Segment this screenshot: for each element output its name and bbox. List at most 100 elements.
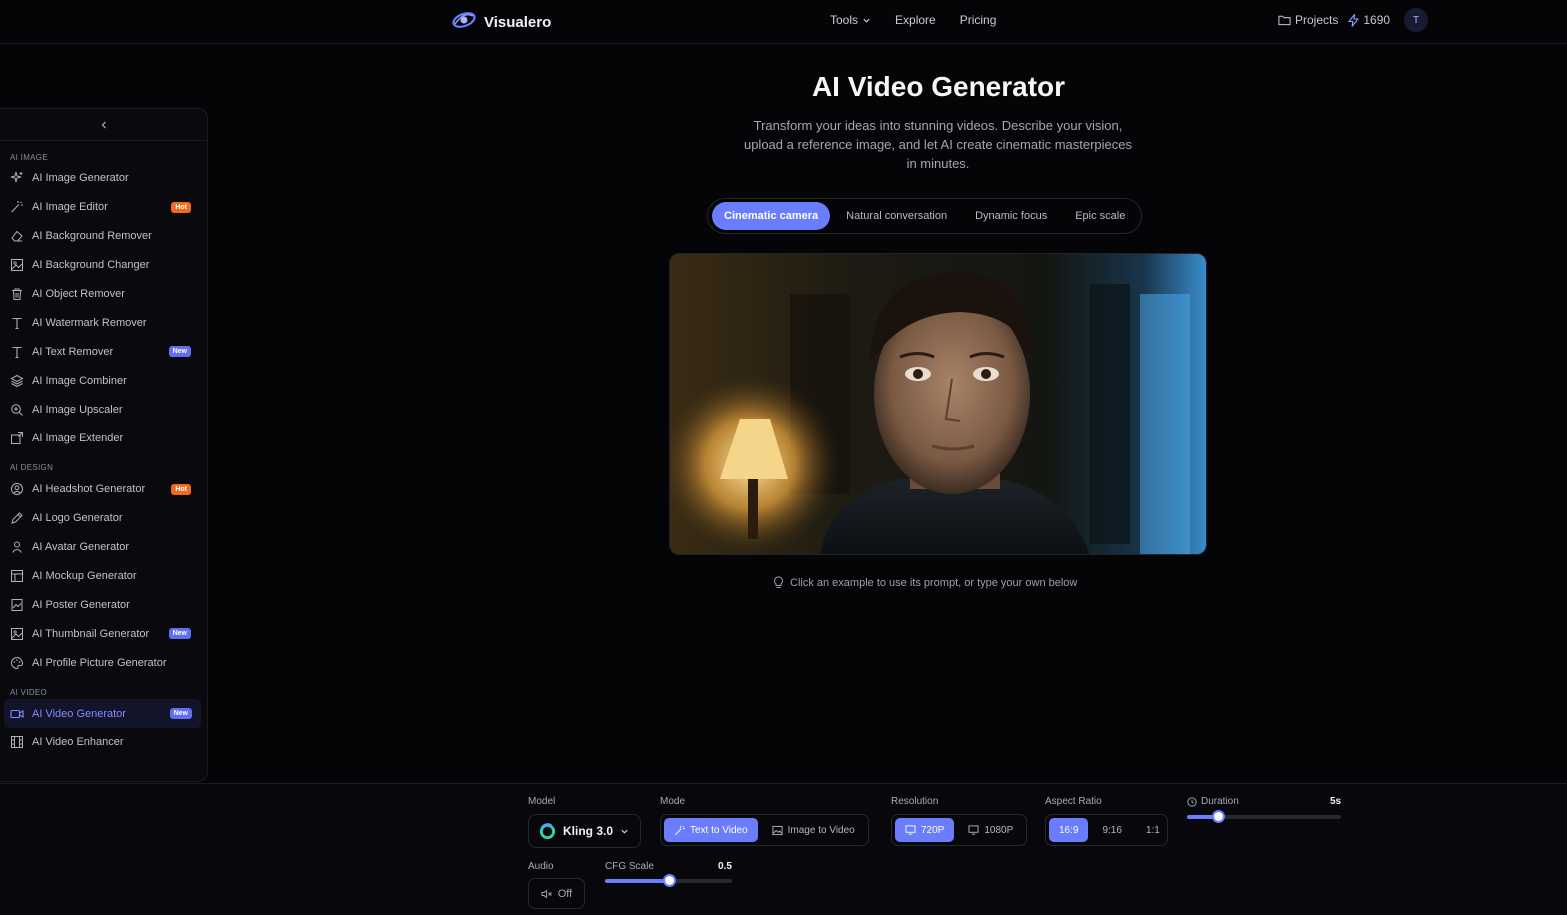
video-icon [10,707,24,721]
sidebar-item-ai-image-generator[interactable]: AI Image Generator [0,164,207,193]
sidebar-item-label: AI Logo Generator [32,512,123,525]
sidebar-item-ai-profile-picture-generator[interactable]: AI Profile Picture Generator [0,648,207,677]
image-icon [772,825,783,835]
page-title: AI Video Generator [811,71,1066,102]
mode-image-to-video[interactable]: Image to Video [762,818,865,842]
sidebar-item-label: AI Video Generator [32,707,126,720]
sidebar-item-ai-text-remover[interactable]: AI Text Remover New [0,337,207,366]
sidebar-section-ai-image: AI IMAGE [10,152,48,162]
tools-sidebar: AI IMAGE AI Image Generator AI Image Edito… [0,108,208,782]
text-icon [10,345,24,359]
sidebar-section-ai-design: AI DESIGN [10,463,54,473]
palette-icon [10,656,24,670]
cfg-scale-slider-fill [605,879,669,883]
duration-slider-thumb[interactable] [1211,810,1225,823]
audio-value: Off [557,887,573,900]
preview-image [670,254,1206,554]
layout-icon [10,569,24,583]
credits-counter[interactable]: 1690 [1348,13,1390,27]
poster-icon [10,598,24,612]
sidebar-item-label: AI Text Remover [32,345,114,358]
sidebar-item-label: AI Thumbnail Generator [32,627,150,640]
sidebar-item-label: AI Watermark Remover [32,316,147,329]
account-area: Projects 1690 T [1278,8,1429,32]
sidebar-item-ai-headshot-generator[interactable]: AI Headshot Generator Hot [0,475,207,504]
tab-cinematic-camera[interactable]: Cinematic camera [712,202,831,230]
duration-slider[interactable] [1187,810,1341,823]
sidebar-item-label: AI Mockup Generator [32,570,137,583]
aspect-9-16[interactable]: 9:16 [1092,818,1131,842]
layers-icon [10,374,24,388]
resolution-1080p[interactable]: 1080P [958,818,1023,842]
main-nav: Tools Explore Pricing [830,13,996,27]
sidebar-item-ai-mockup-generator[interactable]: AI Mockup Generator [0,562,207,591]
tab-natural-conversation[interactable]: Natural conversation [834,202,959,230]
sidebar-item-ai-background-changer[interactable]: AI Background Changer [0,251,207,280]
sidebar-item-ai-logo-generator[interactable]: AI Logo Generator [0,504,207,533]
image-icon [10,627,24,641]
mode-label: Mode [660,796,686,807]
sidebar-item-ai-poster-generator[interactable]: AI Poster Generator [0,590,207,619]
sidebar-item-ai-image-combiner[interactable]: AI Image Combiner [0,366,207,395]
model-select[interactable]: Kling 3.0 [528,814,641,848]
sidebar-item-ai-video-enhancer[interactable]: AI Video Enhancer [0,728,207,757]
resolution-720p-label: 720P [921,824,945,836]
duration-label-wrap: Duration [1187,796,1239,807]
cfg-scale-label: CFG Scale [605,861,654,872]
eraser-icon [10,229,24,243]
aspect-ratio-label: Aspect Ratio [1045,796,1102,807]
nav-pricing[interactable]: Pricing [960,13,997,27]
mode-text-to-video[interactable]: Text to Video [664,818,758,842]
aspect-16-9[interactable]: 16:9 [1049,818,1089,842]
duration-value: 5s [1330,796,1342,807]
brand-logo[interactable]: Visualero [452,9,551,36]
zoom-icon [10,403,24,417]
monitor-icon [905,825,916,835]
example-video-preview[interactable] [669,253,1207,555]
resolution-720p[interactable]: 720P [895,818,955,842]
model-label: Model [528,796,556,807]
top-navbar: Visualero Tools Explore Pricing Projects… [0,0,1567,44]
user-avatar[interactable]: T [1404,8,1429,32]
example-tabs: Cinematic camera Natural conversation Dy… [707,198,1143,234]
hot-badge: Hot [171,201,191,213]
cfg-scale-slider-thumb[interactable] [662,874,676,887]
nav-tools-label: Tools [830,13,859,27]
projects-label: Projects [1295,13,1339,27]
new-badge: New [168,346,191,358]
nav-tools[interactable]: Tools [830,13,871,27]
kling-model-icon [539,822,556,839]
cfg-scale-slider[interactable] [605,874,732,887]
folder-icon [1278,15,1291,26]
projects-link[interactable]: Projects [1278,13,1338,27]
mode-image-to-video-label: Image to Video [787,824,855,836]
nav-explore[interactable]: Explore [895,13,936,27]
brand-name: Visualero [484,14,552,31]
sidebar-item-ai-video-generator[interactable]: AI Video Generator New [4,699,201,729]
tab-epic-scale[interactable]: Epic scale [1063,202,1137,230]
sidebar-item-label: AI Profile Picture Generator [32,656,167,669]
user-icon [10,540,24,554]
user-circle-icon [10,482,24,496]
sidebar-item-ai-avatar-generator[interactable]: AI Avatar Generator [0,533,207,562]
sidebar-item-ai-image-extender[interactable]: AI Image Extender [0,424,207,453]
sidebar-item-label: AI Image Generator [32,172,129,185]
sidebar-item-ai-background-remover[interactable]: AI Background Remover [0,222,207,251]
sidebar-item-ai-watermark-remover[interactable]: AI Watermark Remover [0,308,207,337]
aspect-1-1[interactable]: 1:1 [1136,818,1170,842]
collapse-sidebar-button[interactable] [0,109,207,141]
sidebar-item-label: AI Image Extender [32,432,124,445]
sidebar-item-ai-image-upscaler[interactable]: AI Image Upscaler [0,395,207,424]
duration-label: Duration [1201,796,1239,807]
chevron-down-icon [863,18,870,23]
sidebar-item-label: AI Background Remover [32,230,152,243]
model-value: Kling 3.0 [563,824,614,838]
sidebar-item-label: AI Object Remover [32,288,125,300]
audio-label: Audio [528,861,554,872]
credits-value: 1690 [1363,13,1391,27]
sidebar-item-ai-image-editor[interactable]: AI Image Editor Hot [0,193,207,222]
sidebar-item-ai-object-remover[interactable]: AI Object Remover [0,280,207,309]
tab-dynamic-focus[interactable]: Dynamic focus [963,202,1059,230]
audio-toggle[interactable]: Off [528,878,585,909]
sidebar-item-ai-thumbnail-generator[interactable]: AI Thumbnail Generator New [0,619,207,648]
